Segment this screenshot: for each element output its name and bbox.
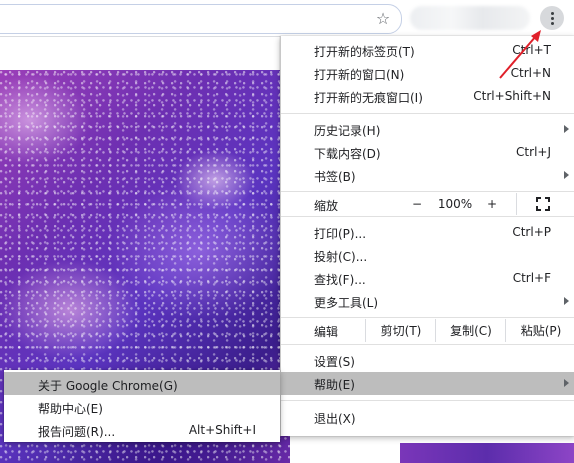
menu-item-downloads[interactable]: 下载内容(D) Ctrl+J <box>281 141 574 164</box>
menu-separator <box>281 317 574 318</box>
menu-item-shortcut: Ctrl+J <box>516 145 551 159</box>
menu-item-cast[interactable]: 投射(C)... <box>281 244 574 267</box>
menu-item-help[interactable]: 帮助(E) <box>281 372 574 395</box>
zoom-level: 100% <box>437 197 473 211</box>
menu-item-label: 帮助中心(E) <box>38 402 103 416</box>
menu-separator <box>281 113 574 114</box>
submenu-arrow-icon <box>564 171 569 179</box>
copy-button[interactable]: 复制(C) <box>435 319 506 342</box>
dot-icon <box>550 16 554 20</box>
menu-item-new-tab[interactable]: 打开新的标签页(T) Ctrl+T <box>281 39 574 62</box>
menu-item-label: 关于 Google Chrome(G) <box>38 379 178 393</box>
submenu-arrow-icon <box>564 297 569 305</box>
menu-item-label: 查找(F)... <box>314 273 366 287</box>
menu-item-more-tools[interactable]: 更多工具(L) <box>281 290 574 313</box>
menu-item-report-issue[interactable]: 报告问题(R)... Alt+Shift+I <box>4 418 280 441</box>
menu-item-settings[interactable]: 设置(S) <box>281 349 574 372</box>
menu-separator <box>281 216 574 217</box>
chrome-main-menu: 打开新的标签页(T) Ctrl+T 打开新的窗口(N) Ctrl+N 打开新的无… <box>280 36 574 436</box>
browser-toolbar: ☆ <box>0 0 574 37</box>
menu-item-find[interactable]: 查找(F)... Ctrl+F <box>281 267 574 290</box>
fullscreen-icon[interactable] <box>536 197 550 211</box>
menu-separator <box>281 344 574 345</box>
dot-icon <box>550 11 554 15</box>
chrome-menu-button[interactable] <box>540 6 564 30</box>
dot-icon <box>550 21 554 25</box>
menu-item-label: 更多工具(L) <box>314 296 379 310</box>
menu-item-label: 打印(P)... <box>314 227 367 241</box>
menu-item-new-window[interactable]: 打开新的窗口(N) Ctrl+N <box>281 62 574 85</box>
menu-item-shortcut: Ctrl+F <box>512 271 551 285</box>
menu-item-help-center[interactable]: 帮助中心(E) <box>4 395 280 418</box>
paste-button[interactable]: 粘贴(P) <box>505 319 574 342</box>
submenu-arrow-icon <box>564 125 569 133</box>
menu-item-exit[interactable]: 退出(X) <box>281 406 574 429</box>
menu-item-shortcut: Ctrl+Shift+N <box>473 89 551 103</box>
menu-item-shortcut: Ctrl+N <box>510 66 551 80</box>
menu-item-label: 历史记录(H) <box>314 124 381 138</box>
blurred-profile-area <box>410 6 530 30</box>
menu-separator <box>281 400 574 401</box>
zoom-out-button[interactable]: − <box>411 197 423 211</box>
help-submenu: 关于 Google Chrome(G) 帮助中心(E) 报告问题(R)... A… <box>4 370 280 442</box>
edit-row: 编辑 剪切(T) 复制(C) 粘贴(P) <box>281 319 574 342</box>
menu-item-label: 下载内容(D) <box>314 147 381 161</box>
menu-item-label: 报告问题(R)... <box>38 425 116 439</box>
submenu-arrow-icon <box>564 379 569 387</box>
menu-item-label: 书签(B) <box>314 170 356 184</box>
cut-button[interactable]: 剪切(T) <box>365 319 436 342</box>
menu-item-label: 退出(X) <box>314 412 356 426</box>
menu-item-shortcut: Ctrl+T <box>512 43 551 57</box>
menu-item-label: 打开新的无痕窗口(I) <box>314 91 423 105</box>
menu-item-print[interactable]: 打印(P)... Ctrl+P <box>281 221 574 244</box>
menu-separator <box>281 191 574 192</box>
menu-item-shortcut: Ctrl+P <box>512 225 551 239</box>
star-icon[interactable]: ☆ <box>374 9 392 28</box>
menu-item-label: 设置(S) <box>314 355 355 369</box>
address-bar[interactable] <box>0 4 402 34</box>
menu-item-label: 帮助(E) <box>314 378 355 392</box>
edit-label: 编辑 <box>314 325 339 339</box>
menu-item-bookmarks[interactable]: 书签(B) <box>281 164 574 187</box>
zoom-divider <box>516 193 517 215</box>
menu-item-about-chrome[interactable]: 关于 Google Chrome(G) <box>4 372 280 395</box>
zoom-row: 缩放 − 100% + <box>281 193 574 215</box>
menu-item-history[interactable]: 历史记录(H) <box>281 118 574 141</box>
menu-item-shortcut: Alt+Shift+I <box>188 423 256 437</box>
zoom-label: 缩放 <box>314 199 339 213</box>
menu-item-label: 投射(C)... <box>314 250 368 264</box>
zoom-in-button[interactable]: + <box>486 197 498 211</box>
menu-item-label: 打开新的窗口(N) <box>314 68 405 82</box>
menu-item-incognito[interactable]: 打开新的无痕窗口(I) Ctrl+Shift+N <box>281 85 574 108</box>
galaxy-image-edge <box>400 443 574 463</box>
menu-item-label: 打开新的标签页(T) <box>314 45 415 59</box>
